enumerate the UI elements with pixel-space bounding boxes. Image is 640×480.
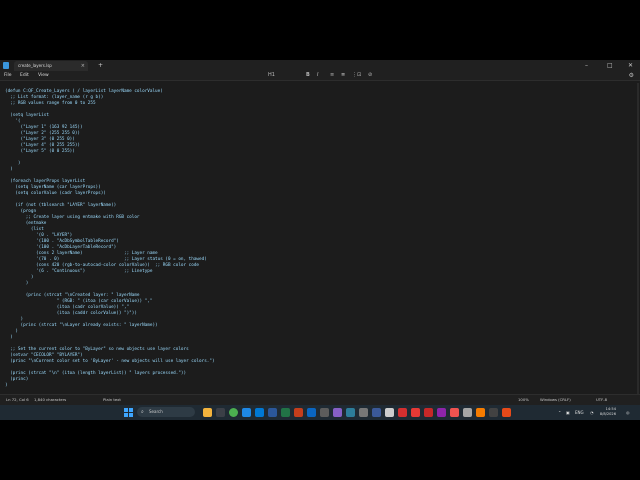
vertical-scrollbar[interactable] — [637, 83, 639, 403]
italic-button[interactable]: I — [317, 71, 318, 80]
app-icon-red[interactable] — [398, 408, 407, 417]
language-indicator[interactable]: ENG — [575, 405, 584, 420]
outlook-icon[interactable] — [307, 408, 316, 417]
text-editor[interactable]: (defun C:QF_Create_Layers ( / layerList … — [0, 81, 640, 414]
menu-bar: File Edit View H1 B I ≡ ≣ ⋮ ⊡ ⊘ ⚙ — [0, 71, 640, 81]
tab-create-layers[interactable]: create_layers.lsp × — [14, 61, 88, 71]
search-placeholder: Search — [149, 409, 163, 414]
app-icon-red-3[interactable] — [424, 408, 433, 417]
heading-button[interactable]: H1 — [268, 71, 275, 80]
tray-chevron-icon[interactable]: ⌃ — [558, 405, 561, 420]
bold-button[interactable]: B — [306, 71, 310, 80]
visual-studio-icon[interactable] — [333, 408, 342, 417]
notepad-app-icon — [3, 62, 9, 69]
wifi-icon[interactable]: ◔ — [590, 405, 594, 420]
excel-icon[interactable] — [281, 408, 290, 417]
title-bar: create_layers.lsp × + – □ ✕ — [0, 60, 640, 71]
app-icon-purple[interactable] — [437, 408, 446, 417]
new-tab-button[interactable]: + — [98, 60, 103, 71]
file-explorer-icon[interactable] — [203, 408, 212, 417]
app-icon-deep-orange[interactable] — [502, 408, 511, 417]
insert-icon[interactable]: ⊡ — [357, 71, 361, 80]
notifications-icon[interactable]: ◎ — [626, 405, 630, 420]
menu-view[interactable]: View — [38, 71, 49, 80]
edge-icon[interactable] — [242, 408, 251, 417]
tab-title: create_layers.lsp — [18, 63, 52, 68]
mail-icon[interactable] — [255, 408, 264, 417]
minimize-button[interactable]: – — [585, 60, 588, 71]
taskbar-search[interactable]: ⌕ Search — [137, 407, 195, 417]
word-icon[interactable] — [268, 408, 277, 417]
search-icon: ⌕ — [141, 409, 144, 415]
start-button[interactable] — [124, 408, 133, 417]
maximize-button[interactable]: □ — [607, 60, 613, 71]
app-icon-light[interactable] — [463, 408, 472, 417]
menu-file[interactable]: File — [4, 71, 12, 80]
clear-format-icon[interactable]: ⊘ — [368, 71, 372, 80]
tray-app-icon[interactable]: ▣ — [566, 405, 570, 420]
status-bar: Ln 72, Col 6 1,840 characters Plain text… — [0, 394, 640, 405]
notepad-taskbar-icon[interactable] — [385, 408, 394, 417]
line-ending[interactable]: Windows (CRLF) — [540, 395, 571, 405]
encoding[interactable]: UTF-8 — [596, 395, 607, 405]
text-format: Plain text — [103, 397, 121, 402]
settings-gear-icon[interactable]: ⚙ — [629, 71, 634, 80]
task-view-icon[interactable] — [216, 408, 225, 417]
clock[interactable]: 14:54 8/8/2026 — [600, 407, 616, 417]
app-icon-red-4[interactable] — [450, 408, 459, 417]
notepad-window: create_layers.lsp × + – □ ✕ File Edit Vi… — [0, 60, 640, 420]
windows-taskbar: ⌕ Search ⌃ ▣ ENG ◔ 14:54 8/8/2026 ◎ — [0, 405, 640, 420]
app-icon-red-2[interactable] — [411, 408, 420, 417]
cursor-position: Ln 72, Col 6 — [6, 397, 29, 402]
app-icon-gray[interactable] — [359, 408, 368, 417]
clock-date: 8/8/2026 — [599, 412, 616, 416]
app-icon-orange[interactable] — [476, 408, 485, 417]
chrome-icon[interactable] — [229, 408, 238, 417]
tab-close-icon[interactable]: × — [81, 61, 85, 71]
character-count: 1,840 characters — [34, 397, 67, 402]
app-icon-blue[interactable] — [346, 408, 355, 417]
menu-edit[interactable]: Edit — [20, 71, 29, 80]
numbered-list-icon[interactable]: ≣ — [341, 71, 345, 80]
app-icon-navy[interactable] — [372, 408, 381, 417]
powerpoint-icon[interactable] — [294, 408, 303, 417]
code-text[interactable]: (defun C:QF_Create_Layers ( / layerList … — [5, 89, 215, 389]
files-icon[interactable] — [320, 408, 329, 417]
list-icon[interactable]: ≡ — [330, 71, 334, 80]
app-icon-dark[interactable] — [489, 408, 498, 417]
close-button[interactable]: ✕ — [628, 60, 633, 71]
zoom-level[interactable]: 100% — [518, 395, 529, 405]
